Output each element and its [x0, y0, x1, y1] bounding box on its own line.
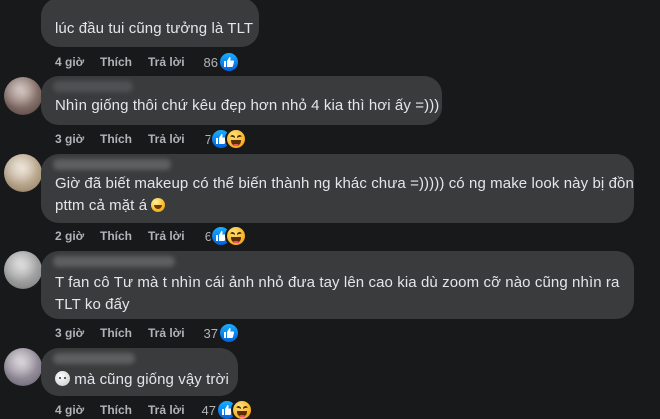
comment-time[interactable]: 2 giờ — [55, 229, 84, 243]
avatar[interactable] — [4, 77, 42, 115]
avatar[interactable] — [4, 154, 42, 192]
comment-time[interactable]: 4 giờ — [55, 403, 84, 417]
comment-text-line-1: Giờ đã biết makeup có thể biến thành ng … — [55, 175, 634, 192]
reply-button[interactable]: Trả lời — [148, 326, 185, 340]
blank-face-emoji-icon — [55, 371, 70, 386]
comment-time[interactable]: 3 giờ — [55, 326, 84, 340]
comment-text-line-2-text: pttm cả mặt á — [55, 197, 148, 214]
haha-reaction-icon — [231, 399, 253, 419]
like-button[interactable]: Thích — [100, 55, 132, 69]
comment-bubble: T fan cô Tư mà t nhìn cái ảnh nhỏ đưa ta… — [41, 251, 634, 319]
comment-text: lúc đầu tui cũng tưởng là TLT — [55, 20, 254, 37]
comment-thread: lúc đầu tui cũng tưởng là TLT 4 giờ Thíc… — [0, 0, 660, 419]
like-button[interactable]: Thích — [100, 229, 132, 243]
reaction-summary[interactable]: 37 — [200, 322, 240, 344]
like-reaction-icon — [218, 322, 240, 344]
comment-bubble: Giờ đã biết makeup có thể biến thành ng … — [41, 154, 634, 223]
like-button[interactable]: Thích — [100, 403, 132, 417]
reaction-summary[interactable]: 86 — [200, 51, 240, 73]
reaction-summary[interactable]: 6 — [198, 225, 247, 247]
comment-text-line-2: pttm cả mặt á — [55, 195, 166, 217]
comment-text-line-1: T fan cô Tư mà t nhìn cái ảnh nhỏ đưa ta… — [55, 274, 620, 291]
avatar[interactable] — [4, 251, 42, 289]
comment-time[interactable]: 3 giờ — [55, 132, 84, 146]
comment-bubble: mà cũng giống vậy trời — [41, 348, 238, 396]
reaction-count: 47 — [201, 403, 216, 418]
reaction-summary[interactable]: 47 — [200, 399, 253, 419]
reaction-count: 86 — [203, 55, 218, 70]
reaction-count: 37 — [203, 326, 218, 341]
like-button[interactable]: Thích — [100, 326, 132, 340]
reply-button[interactable]: Trả lời — [148, 55, 185, 69]
like-button[interactable]: Thích — [100, 132, 132, 146]
comment-text-content: mà cũng giống vậy trời — [74, 371, 229, 388]
comment-time[interactable]: 4 giờ — [55, 55, 84, 69]
comment-text: Nhìn giống thôi chứ kêu đẹp hơn nhỏ 4 ki… — [55, 97, 440, 114]
reply-button[interactable]: Trả lời — [148, 403, 185, 417]
like-reaction-icon — [218, 51, 240, 73]
haha-reaction-icon — [225, 128, 247, 150]
reply-button[interactable]: Trả lời — [148, 229, 185, 243]
comment-bubble: lúc đầu tui cũng tưởng là TLT — [41, 0, 259, 47]
reaction-summary[interactable]: 7 — [198, 128, 247, 150]
comment-text-line-2: TLT ko đấy — [55, 296, 130, 313]
haha-reaction-icon — [225, 225, 247, 247]
avatar[interactable] — [4, 348, 42, 386]
rolling-laughing-emoji-icon — [151, 198, 166, 212]
comment-text: mà cũng giống vậy trời — [55, 369, 229, 391]
reply-button[interactable]: Trả lời — [148, 132, 185, 146]
comment-bubble: Nhìn giống thôi chứ kêu đẹp hơn nhỏ 4 ki… — [41, 76, 442, 125]
